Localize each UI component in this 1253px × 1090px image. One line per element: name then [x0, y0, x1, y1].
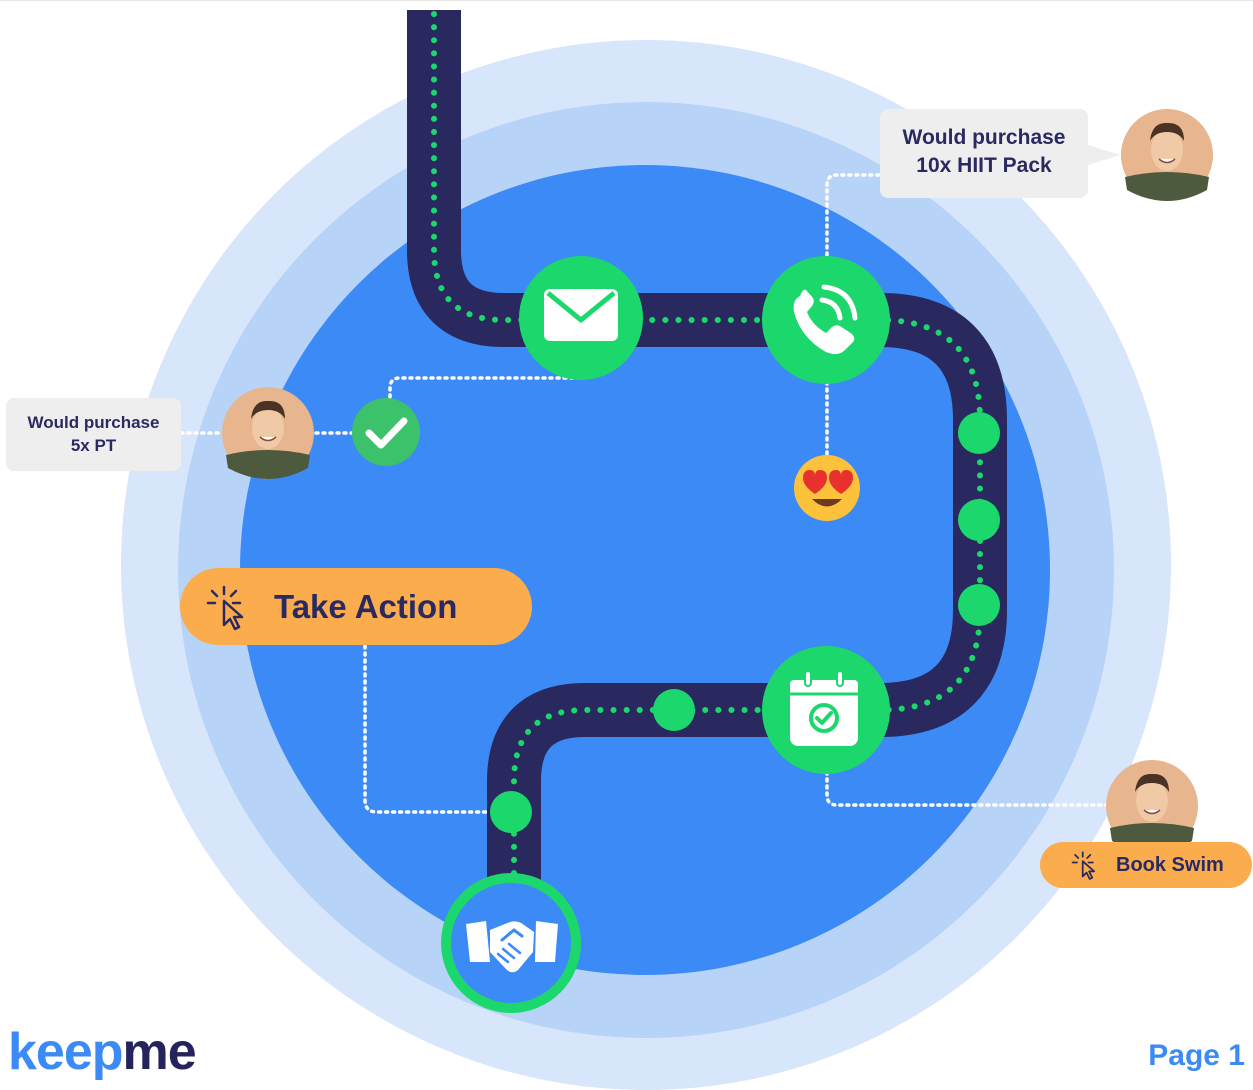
purchase-tag-pt-line1: Would purchase [27, 413, 160, 432]
click-cursor-icon [1071, 851, 1096, 880]
click-cursor-icon [206, 585, 244, 631]
brand-logo: keepme [8, 1022, 197, 1082]
milestone-dot [653, 689, 695, 731]
step-phone-node [762, 256, 890, 384]
avatar-bottom-right [1106, 760, 1198, 852]
brand-logo-part1: keep [8, 1023, 124, 1081]
take-action-label: Take Action [274, 588, 458, 625]
purchase-tag-hiit-line1: Would purchase [902, 126, 1066, 149]
avatar-left [222, 387, 314, 479]
check-badge [352, 398, 420, 466]
tag-pointer [1088, 145, 1120, 165]
step-phone [762, 256, 890, 384]
page-number: Page 1 [1148, 1039, 1245, 1072]
brand-logo-part2: me [122, 1023, 197, 1081]
take-action-button[interactable]: Take Action [180, 568, 532, 645]
milestone-dot [958, 412, 1000, 454]
step-calendar [762, 646, 890, 774]
milestone-dot [490, 791, 532, 833]
book-swim-button[interactable]: Book Swim [1040, 842, 1252, 888]
step-deal [441, 873, 581, 1013]
milestone-dot [958, 499, 1000, 541]
book-swim-label: Book Swim [1116, 854, 1224, 876]
step-email [519, 256, 643, 380]
purchase-tag-pt: Would purchase 5x PT [6, 398, 181, 471]
avatar-top-right [1121, 109, 1213, 201]
purchase-tag-pt-line2: 5x PT [70, 436, 117, 455]
purchase-tag-hiit: Would purchase 10x HIIT Pack [880, 109, 1088, 198]
envelope-icon [544, 289, 618, 341]
purchase-tag-hiit-line2: 10x HIIT Pack [916, 154, 1052, 177]
milestone-dot [958, 584, 1000, 626]
calendar-check-icon [790, 670, 858, 746]
heart-eyes-emoji [794, 455, 860, 521]
